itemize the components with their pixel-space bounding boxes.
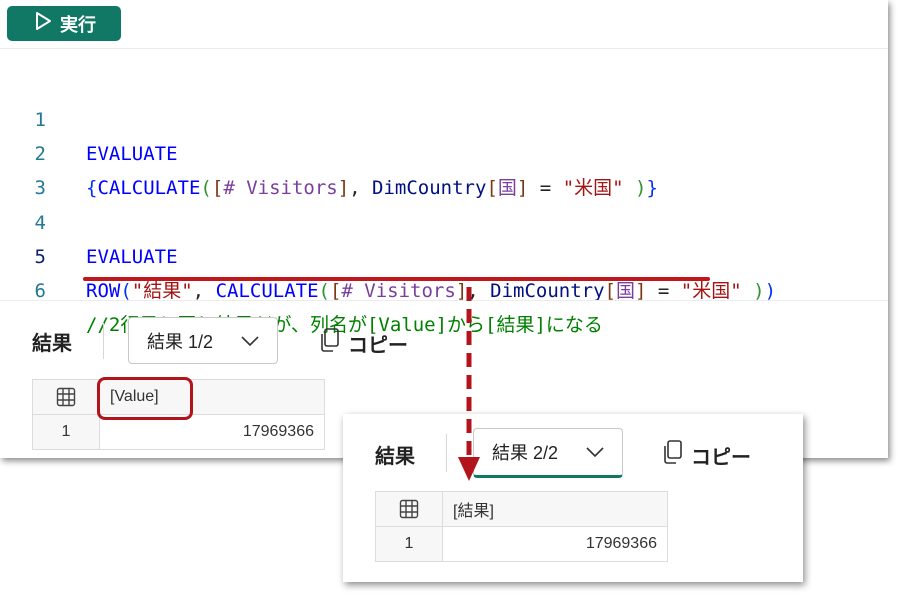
function-row: ROW — [86, 280, 121, 302]
column-header-result[interactable]: [結果] — [442, 491, 668, 527]
header-row: [結果] — [375, 491, 668, 527]
row-number: 1 — [32, 414, 100, 450]
string-literal: "米国" — [680, 280, 742, 302]
divider — [103, 323, 104, 359]
result-set-dropdown[interactable]: 結果 2/2 — [473, 428, 623, 478]
column-highlight-annotation — [97, 377, 193, 420]
paren-open: ( — [120, 280, 132, 302]
code-line-3: 3 — [0, 137, 69, 199]
code-editor[interactable]: 1 EVALUATE 2 {CALCULATE([# Visitors], Di… — [0, 50, 888, 336]
code-line-5: 5 ROW("結果", CALCULATE([# Visitors], DimC… — [0, 206, 777, 302]
table-row: 1 17969366 — [375, 526, 668, 562]
table-grid-icon — [399, 499, 419, 519]
run-label: 実行 — [60, 14, 96, 36]
cell-value[interactable]: 17969366 — [442, 526, 668, 562]
bracket-close: ] — [516, 177, 529, 199]
result-set-label: 結果 1/2 — [147, 331, 214, 352]
function-calculate: CALCULATE — [215, 280, 319, 302]
result-set-label: 結果 2/2 — [492, 443, 559, 463]
bracket-close: ] — [635, 280, 647, 302]
table-grid-icon — [56, 387, 76, 407]
dashed-arrow-annotation — [458, 287, 480, 481]
play-icon — [32, 10, 54, 37]
run-button[interactable]: 実行 — [7, 6, 121, 41]
copy-icon — [663, 440, 683, 470]
results-title: 結果 — [375, 446, 415, 468]
toolbar: 実行 — [0, 0, 888, 49]
results-panel-2: 結果 結果 2/2 コピー [結果] 1 17969366 — [343, 414, 803, 582]
paren-close: ) — [753, 280, 765, 302]
bracket-open: [ — [486, 177, 498, 199]
string-literal: "米国" — [562, 177, 624, 199]
copy-button[interactable]: コピー — [320, 328, 408, 358]
paren-open: ( — [200, 177, 212, 199]
comment-underline-annotation — [83, 277, 710, 281]
keyword-evaluate: EVALUATE — [86, 246, 178, 268]
divider — [446, 434, 447, 472]
bracket-open: [ — [211, 177, 224, 199]
comma: , — [192, 280, 216, 302]
copy-icon — [320, 328, 340, 358]
bracket-open: [ — [329, 280, 342, 302]
result-set-dropdown[interactable]: 結果 1/2 — [128, 317, 278, 364]
comma: , — [349, 177, 373, 199]
operator: = — [528, 177, 563, 199]
brace-close: } — [646, 177, 658, 199]
row-number: 1 — [375, 526, 443, 562]
brace-open: { — [86, 177, 98, 199]
grid-corner[interactable] — [32, 379, 100, 415]
results-grid-2: [結果] 1 17969366 — [375, 491, 668, 562]
results-header-1: 結果 結果 1/2 コピー — [0, 300, 888, 381]
keyword-evaluate: EVALUATE — [86, 143, 178, 165]
operator: = — [646, 280, 681, 302]
code-line-6: 6 //2行目と同じ結果だが、列名が[Value]から[結果]になる — [0, 240, 603, 336]
code-line-4: 4 EVALUATE — [0, 172, 178, 268]
paren-close: ) — [764, 280, 777, 302]
paren-close: ) — [635, 177, 647, 199]
function-calculate: CALCULATE — [97, 177, 201, 199]
bracket-open: [ — [604, 280, 616, 302]
table-name: DimCountry — [372, 177, 487, 199]
copy-label: コピー — [348, 334, 408, 357]
copy-label: コピー — [691, 446, 751, 469]
column-name: 国 — [497, 177, 517, 199]
table-name: DimCountry — [490, 280, 605, 302]
results-title: 結果 — [32, 333, 72, 355]
paren-open: ( — [318, 280, 330, 302]
measure-name: # Visitors — [341, 280, 456, 302]
bracket-close: ] — [337, 177, 350, 199]
column-name: 国 — [616, 280, 636, 302]
string-literal: "結果" — [131, 280, 193, 302]
copy-button[interactable]: コピー — [663, 440, 751, 470]
measure-name: # Visitors — [223, 177, 338, 199]
code-line-2: 2 {CALCULATE([# Visitors], DimCountry[国]… — [0, 103, 658, 199]
code-line-1: 1 EVALUATE — [0, 69, 178, 165]
grid-corner[interactable] — [375, 491, 443, 527]
